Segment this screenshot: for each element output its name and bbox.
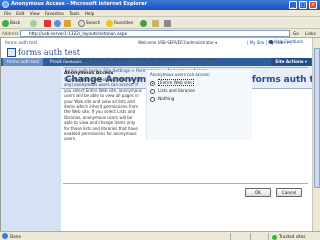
radio-icon[interactable] [150,88,155,94]
stop-icon [44,19,51,27]
ie-logo-icon [2,1,9,8]
status-separator [250,233,251,240]
address-input[interactable]: http://usb-server1:1322/_layouts/setanon… [20,30,290,37]
welcome-menu[interactable]: Welcome USB-SERVER1\administrator ▾ [138,40,217,45]
cancel-button[interactable]: Cancel [276,188,302,197]
section-divider [63,67,308,68]
site-title[interactable]: forms auth test [18,48,80,57]
history-icon [140,19,147,27]
scrollbar-thumb[interactable] [314,48,320,188]
window-title: Anonymous Access - Microsoft Internet Ex… [11,1,148,7]
menu-bar: File Edit View Favorites Tools Help [0,10,320,17]
page-description: Use this page to specify what parts of t… [63,57,217,62]
option-nothing[interactable]: Nothing [150,96,174,102]
history-button[interactable] [140,19,148,27]
home-icon [64,19,71,27]
mail-button[interactable] [152,19,160,27]
status-text: Done [10,234,22,239]
menu-file[interactable]: File [4,11,11,16]
print-button[interactable] [164,19,172,27]
ok-button[interactable]: OK [245,188,271,197]
options-prompt: Anonymous users can access: [150,72,211,77]
status-bar: Done Trusted sites [0,231,320,240]
stop-button[interactable] [44,19,52,27]
toolbar: Back Search Favorites [0,17,320,29]
menu-favorites[interactable]: Favorites [45,11,64,16]
trusted-sites-icon [272,234,277,240]
home-button[interactable] [64,19,72,27]
maximize-button[interactable]: □ [299,1,307,9]
option-lists-and-libraries[interactable]: Lists and libraries [150,88,195,94]
option-entire-web-site[interactable]: Entire Web site [150,79,194,86]
section-description: Specify what parts of your Web site (if … [64,77,142,142]
buttons-divider [63,183,308,184]
site-actions-menu[interactable]: Site Actions ▾ [271,58,311,66]
site-link[interactable]: forms auth test [5,40,37,45]
page-icon [2,233,8,239]
menu-help[interactable]: Help [85,11,95,16]
security-zone: Trusted sites [272,233,305,240]
refresh-icon [54,19,61,27]
radio-selected-icon[interactable] [150,80,155,86]
menu-edit[interactable]: Edit [16,11,24,16]
address-bar: Address http://usb-server1:1322/_layouts… [0,29,320,38]
nav-tab-home[interactable]: forms auth test [3,58,44,66]
mail-icon [152,19,159,27]
close-button[interactable]: × [309,1,317,9]
title-bar: Anonymous Access - Microsoft Internet Ex… [0,0,320,10]
menu-view[interactable]: View [30,11,40,16]
favorites-button[interactable]: Favorites [106,19,133,27]
help-link[interactable]: Help Feedback [269,39,303,44]
minimize-button[interactable]: _ [289,1,297,9]
status-separator [230,233,231,240]
search-button[interactable]: Search [78,19,100,27]
status-separator [268,233,269,240]
back-arrow-icon [2,19,9,27]
help-icon [269,40,273,44]
go-button[interactable]: Go [293,30,299,37]
site-logo-icon [7,48,16,57]
star-icon [106,19,113,27]
print-icon [164,19,171,27]
forward-arrow-icon [30,19,37,27]
back-button[interactable]: Back [2,19,20,27]
vertical-scrollbar[interactable] [312,38,320,231]
search-icon [78,19,85,27]
section-title: Anonymous Access [64,71,114,76]
links-button[interactable]: Links [305,30,316,37]
left-navigation-strip [1,66,61,234]
radio-icon[interactable] [150,96,155,102]
forward-button[interactable] [30,19,38,27]
menu-tools[interactable]: Tools [69,11,79,16]
address-label: Address [2,31,19,36]
refresh-button[interactable] [54,19,62,27]
